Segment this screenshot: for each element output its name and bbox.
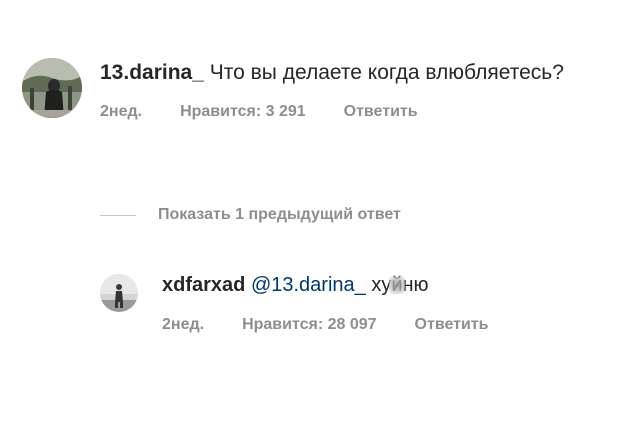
comment-likes[interactable]: Нравится: 3 291 [180, 103, 306, 121]
reply-censored-text: й [389, 272, 405, 298]
reply-time: 2нед. [162, 316, 205, 333]
reply-text-end: ню [402, 274, 429, 296]
comment-username[interactable]: 13.darina_ [100, 61, 204, 84]
comment-meta: 2нед. Нравится: 3 291 Ответить [100, 103, 570, 121]
reply-avatar[interactable] [100, 274, 138, 312]
reply-avatar-photo [100, 274, 138, 312]
view-previous-replies-button[interactable]: Показать 1 предыдущий ответ [100, 206, 401, 224]
view-replies-label: Показать 1 предыдущий ответ [158, 206, 401, 223]
comment-reply-button[interactable]: Ответить [344, 103, 418, 121]
censor-blur [389, 276, 405, 294]
comment-time: 2нед. [100, 103, 143, 120]
reply-meta: 2нед. Нравится: 28 097 Ответить [162, 316, 526, 334]
reply-reply-button[interactable]: Ответить [415, 316, 489, 334]
reply-text-block: xdfarxad @13.darina_ хуйню [162, 272, 526, 298]
comment-text-block: 13.darina_ Что вы делаете когда влюбляет… [100, 58, 570, 87]
reply-text-start: ху [371, 274, 392, 296]
comment-text: Что вы делаете когда влюбляетесь? [209, 61, 564, 84]
reply-username[interactable]: xdfarxad [162, 274, 245, 296]
avatar[interactable] [22, 58, 82, 118]
comment: 13.darina_ Что вы делаете когда влюбляет… [22, 58, 622, 121]
reply: xdfarxad @13.darina_ хуйню 2нед. Нравитс… [100, 272, 620, 334]
reply-likes[interactable]: Нравится: 28 097 [242, 316, 376, 334]
comment-body: 13.darina_ Что вы делаете когда влюбляет… [100, 58, 570, 121]
reply-body: xdfarxad @13.darina_ хуйню 2нед. Нравитс… [162, 272, 526, 334]
reply-mention[interactable]: @13.darina_ [251, 274, 366, 296]
divider-line [100, 214, 136, 216]
avatar-photo [22, 58, 82, 118]
